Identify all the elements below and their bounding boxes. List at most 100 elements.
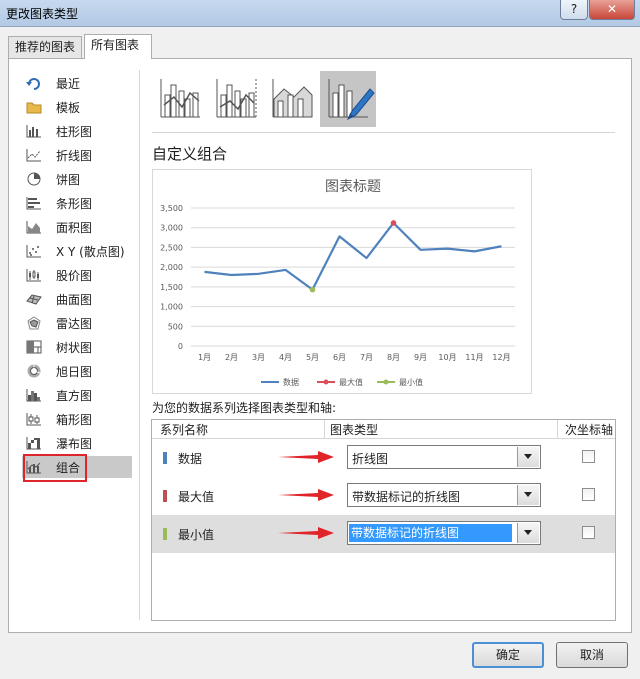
sidebar-item-label: 折线图: [56, 149, 93, 163]
red-arrow-annotation: [278, 451, 334, 463]
red-arrow-annotation: [278, 527, 334, 539]
x-tick-label: 11月: [465, 353, 483, 362]
x-tick-label: 6月: [333, 353, 346, 362]
chart-type-dropdown[interactable]: 带数据标记的折线图: [347, 521, 541, 545]
sidebar-item[interactable]: 树状图: [22, 336, 132, 358]
sidebar-divider: [139, 70, 140, 620]
secondary-axis-checkbox[interactable]: [582, 526, 595, 539]
sidebar-item[interactable]: 饼图: [22, 168, 132, 190]
y-tick-label: 1,500: [160, 283, 183, 292]
y-tick-label: 0: [178, 342, 183, 351]
series-color-swatch: [163, 452, 167, 464]
sidebar-item[interactable]: X Y (散点图): [22, 240, 132, 262]
subtype-custom-combination[interactable]: [320, 71, 376, 127]
subtype-stacked-area-column[interactable]: [264, 71, 320, 127]
legend-label: 数据: [283, 377, 299, 387]
column-divider: [324, 420, 325, 438]
sidebar-item-label: 直方图: [56, 389, 93, 403]
sidebar-item[interactable]: 直方图: [22, 384, 132, 406]
area-chart-icon: [26, 221, 41, 234]
grid-header: 系列名称 图表类型 次坐标轴: [152, 420, 615, 439]
series-name: 数据: [178, 452, 203, 466]
secondary-axis-checkbox[interactable]: [582, 450, 595, 463]
sidebar-item-label: 面积图: [56, 221, 93, 235]
help-button[interactable]: ?: [560, 0, 588, 20]
surface-chart-icon: [26, 294, 42, 305]
legend-marker: [323, 379, 329, 385]
waterfall-chart-icon: [26, 437, 41, 450]
cancel-button[interactable]: 取消: [556, 642, 628, 668]
sidebar-item-label: 最近: [56, 77, 81, 91]
data-point-marker: [309, 286, 316, 293]
selected-category-highlight: [23, 454, 87, 482]
stacked-area-clustered-column-icon: [272, 79, 313, 118]
x-tick-label: 5月: [306, 353, 319, 362]
header-series-name: 系列名称: [160, 423, 209, 437]
series-row[interactable]: 最小值 带数据标记的折线图: [152, 515, 615, 553]
sidebar-item[interactable]: 折线图: [22, 144, 132, 166]
sidebar-item[interactable]: 柱形图: [22, 120, 132, 142]
sidebar-item[interactable]: 曲面图: [22, 288, 132, 310]
sidebar-item-label: 柱形图: [56, 125, 93, 139]
subtype-column-line-secondary[interactable]: [208, 71, 264, 127]
legend-marker: [383, 379, 389, 385]
line-chart: 图表标题 0 500 1,000 1,500 2,000 2,500 3,000 3,500 1月…: [160, 179, 515, 387]
secondary-axis-checkbox[interactable]: [582, 488, 595, 501]
subtype-clustered-column-line[interactable]: [152, 71, 208, 127]
dropdown-button[interactable]: [517, 523, 539, 543]
sidebar-item-label: 箱形图: [56, 413, 93, 427]
sidebar-item[interactable]: 雷达图: [22, 312, 132, 334]
line-chart-icon: [26, 149, 41, 162]
y-tick-label: 3,000: [160, 224, 183, 233]
sidebar-item[interactable]: 面积图: [22, 216, 132, 238]
chart-type-dropdown[interactable]: 折线图: [347, 445, 541, 469]
sidebar-item-label: 树状图: [56, 341, 93, 355]
chevron-down-icon: [524, 454, 532, 459]
legend-label: 最大值: [339, 377, 363, 387]
sidebar-item[interactable]: 模板: [22, 96, 132, 118]
sidebar-item[interactable]: 旭日图: [22, 360, 132, 382]
series-line-data: [204, 221, 502, 291]
dropdown-button[interactable]: [517, 447, 539, 467]
data-point-marker: [390, 220, 397, 226]
sidebar-item-label: 旭日图: [56, 365, 93, 379]
dropdown-button[interactable]: [517, 485, 539, 505]
chart-type-value: 带数据标记的折线图: [349, 524, 512, 542]
series-name: 最大值: [178, 490, 215, 504]
sidebar-item[interactable]: 箱形图: [22, 408, 132, 430]
close-button[interactable]: ✕: [589, 0, 635, 20]
folder-icon: [26, 102, 42, 114]
x-tick-label: 4月: [279, 353, 292, 362]
series-color-swatch: [163, 490, 167, 502]
stock-chart-icon: [26, 269, 41, 282]
treemap-chart-icon: [26, 340, 42, 354]
chevron-down-icon: [524, 530, 532, 535]
x-tick-label: 1月: [198, 353, 211, 362]
sidebar-item-label: 瀑布图: [56, 437, 93, 451]
y-tick-label: 3,500: [160, 204, 183, 213]
series-row[interactable]: 数据 折线图: [152, 439, 615, 477]
window-title: 更改图表类型: [6, 7, 79, 21]
y-tick-label: 2,000: [160, 263, 183, 272]
box-whisker-chart-icon: [26, 413, 41, 426]
sidebar-item[interactable]: 条形图: [22, 192, 132, 214]
pie-chart-icon: [27, 172, 41, 186]
chart-type-dropdown[interactable]: 带数据标记的折线图: [347, 483, 541, 507]
recent-icon: [26, 78, 40, 90]
x-tick-label: 10月: [438, 353, 456, 362]
x-tick-label: 12月: [492, 353, 510, 362]
clustered-column-line-secondary-axis-icon: [216, 79, 257, 118]
custom-combination-icon: [328, 79, 375, 121]
series-row[interactable]: 最大值 带数据标记的折线图: [152, 477, 615, 515]
series-name: 最小值: [178, 528, 215, 542]
chart-type-value: 带数据标记的折线图: [352, 490, 461, 504]
chart-title: 图表标题: [325, 179, 381, 195]
sidebar-item[interactable]: 股价图: [22, 264, 132, 286]
tab-recommended[interactable]: 推荐的图表: [8, 36, 82, 58]
sidebar-item[interactable]: 最近: [22, 72, 132, 94]
clustered-column-line-icon: [160, 79, 200, 118]
ok-button[interactable]: 确定: [472, 642, 544, 668]
y-tick-label: 1,000: [160, 303, 183, 312]
sidebar-item[interactable]: 瀑布图: [22, 432, 132, 454]
tab-all-charts[interactable]: 所有图表: [84, 34, 152, 59]
